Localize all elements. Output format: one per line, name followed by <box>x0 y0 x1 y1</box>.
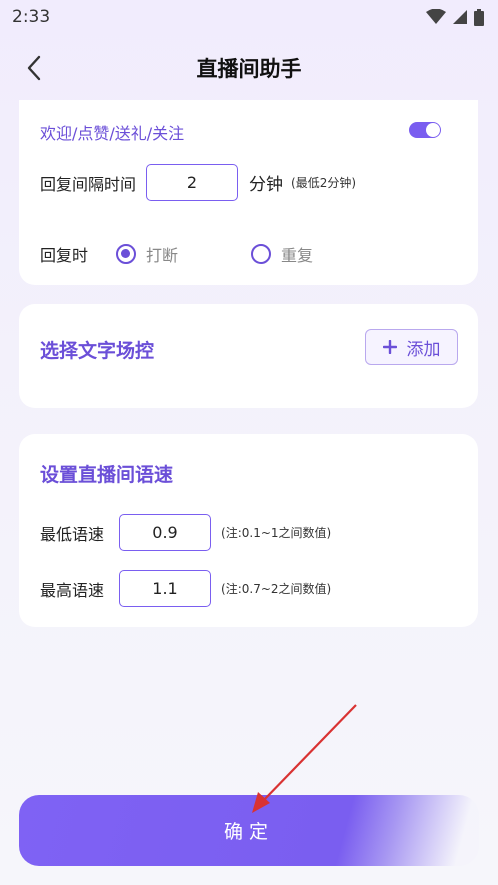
event-row: 欢迎/点赞/送礼/关注 <box>40 120 184 144</box>
option-interrupt-label: 打断 <box>146 246 179 265</box>
speed-title-row: 设置直播间语速 <box>40 460 173 487</box>
mode-row: 回复时 打断 重复 <box>40 242 313 266</box>
option-repeat-label: 重复 <box>281 246 314 265</box>
mode-label: 回复时 <box>40 246 89 265</box>
option-repeat[interactable]: 重复 <box>251 242 313 266</box>
interval-row: 回复间隔时间 2 分钟 (最低2分钟) <box>40 164 356 201</box>
wifi-icon <box>426 9 446 24</box>
min-speed-hint: (注:0.1~1之间数值) <box>221 526 332 540</box>
script-title: 选择文字场控 <box>40 340 155 362</box>
signal-icon <box>453 10 467 24</box>
max-speed-input[interactable]: 1.1 <box>119 570 212 607</box>
script-card: 选择文字场控 添加 <box>19 304 478 408</box>
toggle-knob <box>426 123 440 137</box>
status-time: 2:33 <box>12 7 51 27</box>
status-icons <box>426 8 484 26</box>
speed-card: 设置直播间语速 最低语速 0.9 (注:0.1~1之间数值) 最高语速 1.1 … <box>19 434 478 627</box>
max-speed-row: 最高语速 1.1 (注:0.7~2之间数值) <box>40 570 331 607</box>
back-button[interactable] <box>16 50 52 86</box>
interval-hint: (最低2分钟) <box>291 176 357 190</box>
interval-unit: 分钟 <box>249 175 284 195</box>
max-speed-hint: (注:0.7~2之间数值) <box>221 582 332 596</box>
option-interrupt[interactable]: 打断 <box>116 242 178 266</box>
confirm-label: 确定 <box>223 821 274 843</box>
event-toggle[interactable] <box>409 122 441 138</box>
script-title-row: 选择文字场控 <box>40 336 154 363</box>
status-bar: 2:33 <box>0 0 498 34</box>
radio-repeat[interactable] <box>251 244 272 264</box>
interval-label: 回复间隔时间 <box>40 174 137 194</box>
interval-input[interactable]: 2 <box>146 164 239 201</box>
app-header: 直播间助手 <box>0 40 498 96</box>
min-speed-row: 最低语速 0.9 (注:0.1~1之间数值) <box>40 514 331 551</box>
plus-icon <box>382 340 397 354</box>
battery-icon <box>474 8 484 26</box>
min-speed-input[interactable]: 0.9 <box>119 514 212 551</box>
speed-title: 设置直播间语速 <box>40 464 174 486</box>
confirm-button[interactable]: 确定 <box>19 795 479 866</box>
reply-settings-card: 欢迎/点赞/送礼/关注 回复间隔时间 2 分钟 (最低2分钟) 回复时 打断 重… <box>19 100 478 285</box>
event-label: 欢迎/点赞/送礼/关注 <box>40 124 185 143</box>
add-button[interactable]: 添加 <box>365 329 458 365</box>
min-speed-label: 最低语速 <box>40 524 105 544</box>
radio-interrupt[interactable] <box>116 244 137 264</box>
page-title: 直播间助手 <box>196 57 302 81</box>
chevron-left-icon <box>27 55 41 81</box>
add-label: 添加 <box>406 339 441 360</box>
max-speed-label: 最高语速 <box>40 580 105 600</box>
